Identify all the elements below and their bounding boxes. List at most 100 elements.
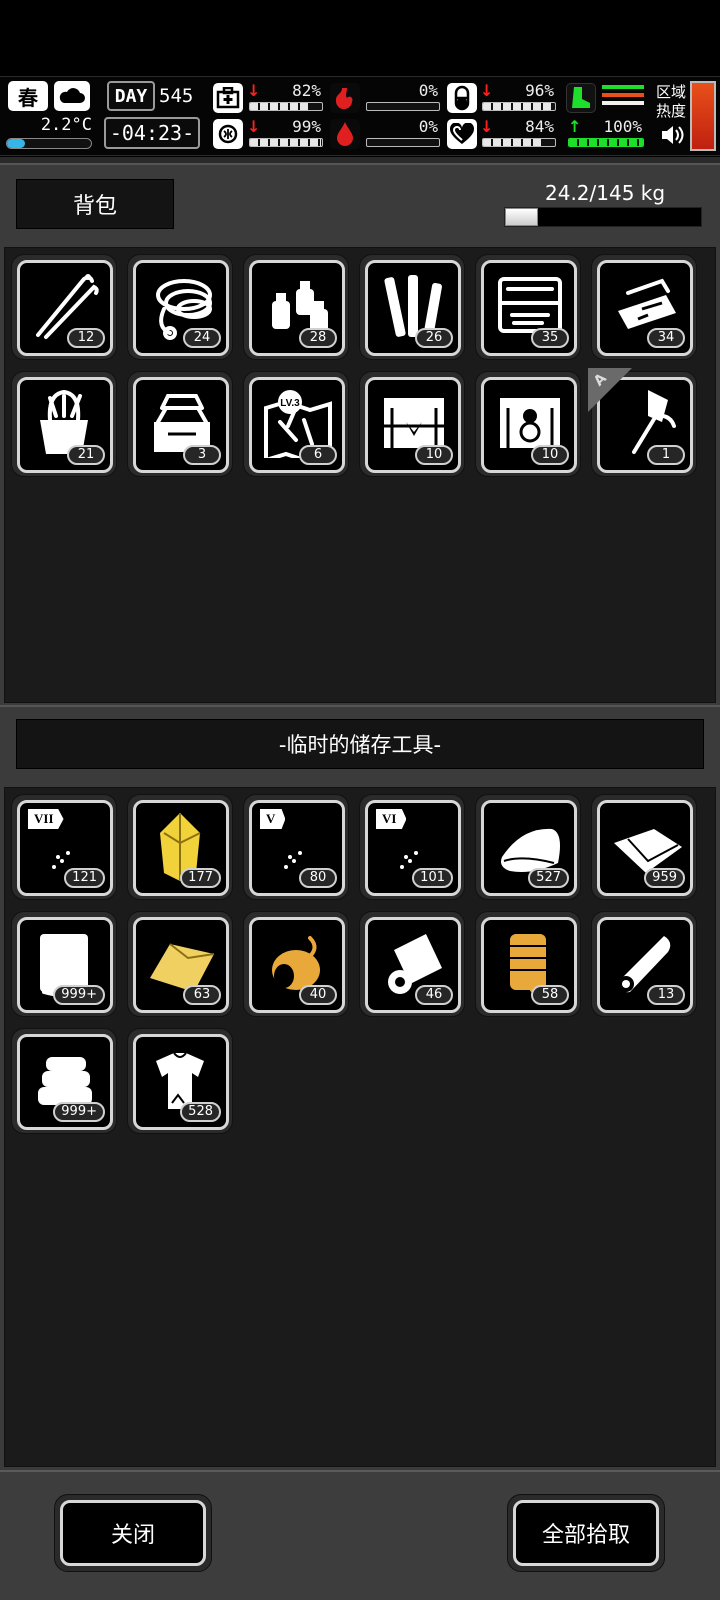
grade-tag: VI bbox=[376, 809, 407, 829]
item-frame: 46 bbox=[365, 917, 461, 1013]
item-frame: 35 bbox=[481, 260, 577, 356]
item-frame: 177 bbox=[133, 800, 229, 896]
item-slot[interactable]: 3 bbox=[127, 371, 233, 477]
item-slot[interactable]: 34 bbox=[591, 254, 697, 360]
backpack-panel: 背包 24.2/145 kg 12 24 28 26 35 34 21 3 LV.3 6 10 10 1… bbox=[0, 163, 720, 705]
item-count: 1 bbox=[647, 445, 685, 465]
item-frame: 21 bbox=[17, 377, 113, 473]
item-slot[interactable]: VII 121 bbox=[11, 794, 117, 900]
item-frame: 528 bbox=[133, 1034, 229, 1130]
storage-grid: VII 121 177 V 80 VI 101 527 959 999+ 63 40 46 58 13 999… bbox=[4, 787, 716, 1467]
item-count: 999+ bbox=[53, 1102, 105, 1122]
item-frame: 527 bbox=[481, 800, 577, 896]
svg-text:LV.3: LV.3 bbox=[280, 398, 300, 409]
item-frame: 26 bbox=[365, 260, 461, 356]
item-count: 46 bbox=[415, 985, 453, 1005]
item-count: 10 bbox=[415, 445, 453, 465]
footer-bar: 关闭 全部拾取 bbox=[0, 1470, 720, 1600]
item-frame: 58 bbox=[481, 917, 577, 1013]
day-label: DAY bbox=[107, 81, 155, 111]
item-slot[interactable]: 21 bbox=[11, 371, 117, 477]
item-count: 34 bbox=[647, 328, 685, 348]
item-count: 21 bbox=[67, 445, 105, 465]
item-count: 35 bbox=[531, 328, 569, 348]
item-slot[interactable]: 177 bbox=[127, 794, 233, 900]
temperature-readout: 2.2°C bbox=[40, 115, 92, 135]
item-frame: 28 bbox=[249, 260, 345, 356]
item-slot[interactable]: 40 bbox=[243, 911, 349, 1017]
item-slot[interactable]: 26 bbox=[359, 254, 465, 360]
item-frame: 40 bbox=[249, 917, 345, 1013]
item-count: 177 bbox=[180, 868, 221, 888]
backpack-tab[interactable]: 背包 bbox=[16, 179, 174, 229]
item-frame: 999+ bbox=[17, 1034, 113, 1130]
backpack-grid: 12 24 28 26 35 34 21 3 LV.3 6 10 10 1 A bbox=[4, 247, 716, 703]
energy-bar bbox=[568, 138, 644, 147]
temperature-gauge bbox=[6, 138, 92, 149]
item-frame: 24 bbox=[133, 260, 229, 356]
item-frame: 3 bbox=[133, 377, 229, 473]
item-slot[interactable]: 28 bbox=[243, 254, 349, 360]
item-slot[interactable]: 10 bbox=[359, 371, 465, 477]
stomach-icon bbox=[330, 83, 360, 113]
thirst-bar bbox=[366, 138, 440, 147]
stamina-bar bbox=[482, 102, 556, 111]
item-slot[interactable]: 999+ bbox=[11, 911, 117, 1017]
hunger-bar bbox=[366, 102, 440, 111]
zone-heat-label: 区域 热度 bbox=[656, 83, 687, 120]
storage-title: -临时的储存工具- bbox=[16, 719, 704, 769]
item-slot[interactable]: 12 bbox=[11, 254, 117, 360]
weight-label: 24.2/145 kg bbox=[545, 181, 666, 205]
item-count: 959 bbox=[644, 868, 685, 888]
item-slot[interactable]: V 80 bbox=[243, 794, 349, 900]
mood-value: 84% bbox=[525, 117, 554, 136]
item-slot[interactable]: 58 bbox=[475, 911, 581, 1017]
item-frame: 34 bbox=[597, 260, 693, 356]
brain-icon bbox=[213, 119, 243, 149]
item-frame: VI 101 bbox=[365, 800, 461, 896]
first-aid-icon bbox=[213, 83, 243, 113]
item-slot[interactable]: 10 bbox=[475, 371, 581, 477]
speaker-icon[interactable] bbox=[660, 124, 686, 150]
item-count: 999+ bbox=[53, 985, 105, 1005]
item-count: 24 bbox=[183, 328, 221, 348]
close-button[interactable]: 关闭 bbox=[54, 1494, 212, 1572]
item-frame: V 80 bbox=[249, 800, 345, 896]
item-slot[interactable]: 999+ bbox=[11, 1028, 117, 1134]
energy-stripes bbox=[602, 85, 644, 111]
item-slot[interactable]: 1A bbox=[588, 368, 697, 477]
stamina-value: 96% bbox=[525, 81, 554, 100]
item-count: 6 bbox=[299, 445, 337, 465]
day-counter: 545 bbox=[159, 85, 194, 107]
item-frame: 63 bbox=[133, 917, 229, 1013]
grade-tag: V bbox=[260, 809, 286, 829]
item-slot[interactable]: 63 bbox=[127, 911, 233, 1017]
item-slot[interactable]: LV.3 6 bbox=[243, 371, 349, 477]
item-count: 121 bbox=[64, 868, 105, 888]
item-frame: 10 bbox=[365, 377, 461, 473]
health-bar bbox=[249, 102, 323, 111]
item-count: 28 bbox=[299, 328, 337, 348]
brain-bar bbox=[249, 138, 323, 147]
take-all-button[interactable]: 全部拾取 bbox=[507, 1494, 665, 1572]
heart-icon bbox=[447, 119, 477, 149]
item-frame: 13 bbox=[597, 917, 693, 1013]
item-slot[interactable]: 35 bbox=[475, 254, 581, 360]
weight-bar bbox=[504, 207, 702, 227]
item-slot[interactable]: 13 bbox=[591, 911, 697, 1017]
item-slot[interactable]: 528 bbox=[127, 1028, 233, 1134]
boot-icon bbox=[566, 83, 596, 113]
item-frame: 1 bbox=[597, 377, 693, 473]
item-count: 3 bbox=[183, 445, 221, 465]
weather-cloud-icon bbox=[54, 81, 90, 111]
item-slot[interactable]: 46 bbox=[359, 911, 465, 1017]
item-count: 528 bbox=[180, 1102, 221, 1122]
item-slot[interactable]: 24 bbox=[127, 254, 233, 360]
item-count: 58 bbox=[531, 985, 569, 1005]
item-slot[interactable]: 959 bbox=[591, 794, 697, 900]
storage-panel: -临时的储存工具- VII 121 177 V 80 VI 101 527 959 999+ 63 4… bbox=[0, 705, 720, 1470]
item-slot[interactable]: VI 101 bbox=[359, 794, 465, 900]
item-slot[interactable]: 527 bbox=[475, 794, 581, 900]
brain-value: 99% bbox=[292, 117, 321, 136]
item-count: 63 bbox=[183, 985, 221, 1005]
